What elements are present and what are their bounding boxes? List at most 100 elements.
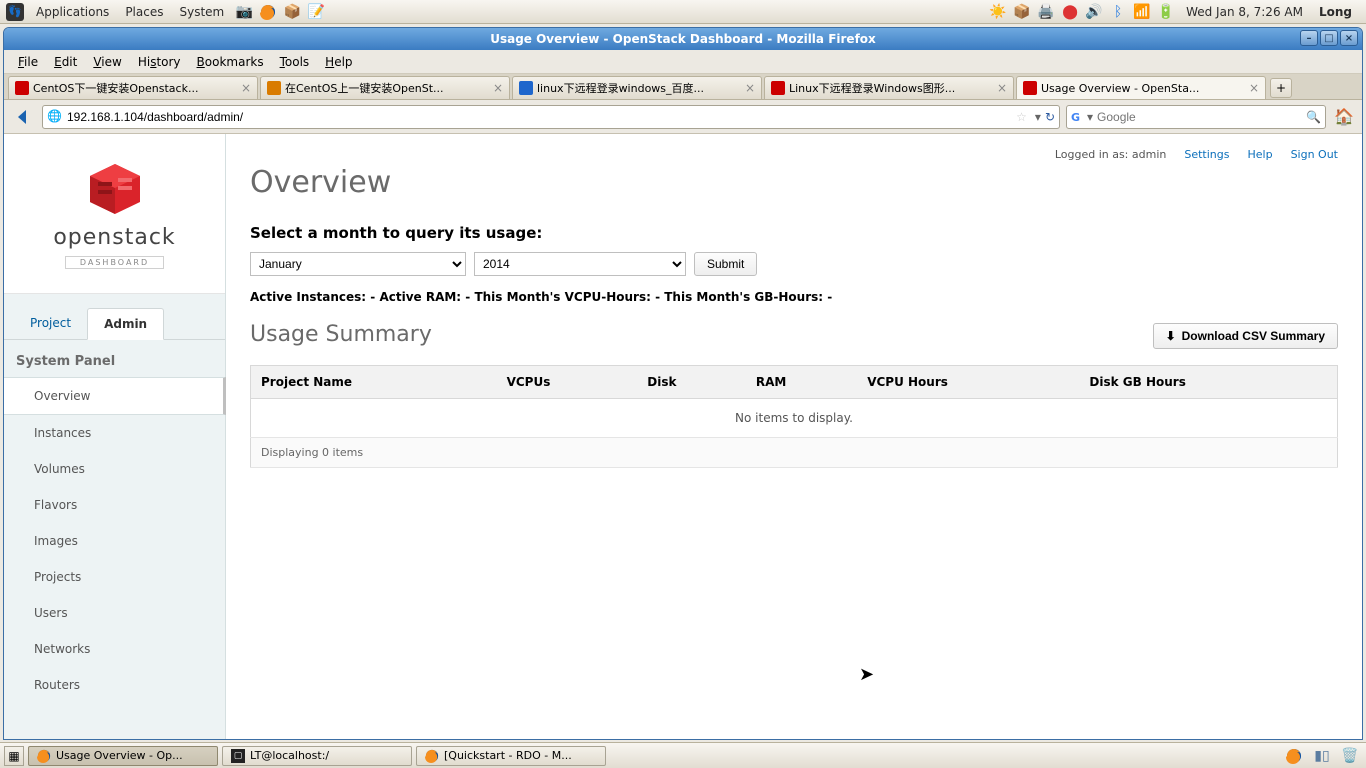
- sidebar-item-flavors[interactable]: Flavors: [4, 487, 225, 523]
- taskbar-task[interactable]: [Quickstart - RDO - M...: [416, 746, 606, 766]
- menu-tools[interactable]: Tools: [272, 55, 318, 69]
- reload-icon[interactable]: ↻: [1045, 110, 1055, 124]
- network-icon[interactable]: 📶: [1133, 3, 1151, 21]
- nav-tab-project[interactable]: Project: [14, 308, 87, 339]
- dropdown-icon[interactable]: ▾: [1035, 110, 1041, 124]
- firefox-launcher-icon[interactable]: [259, 3, 277, 21]
- browser-tab[interactable]: linux下远程登录windows_百度... ×: [512, 76, 762, 99]
- table-header-cell: Project Name: [251, 366, 497, 399]
- download-csv-button[interactable]: ⬇ Download CSV Summary: [1153, 323, 1338, 349]
- nav-tab-admin[interactable]: Admin: [87, 308, 164, 340]
- url-bar[interactable]: 🌐 ☆ ▾ ↻: [42, 105, 1060, 129]
- menu-help[interactable]: Help: [317, 55, 360, 69]
- browser-tab[interactable]: 在CentOS上一键安装OpenSt... ×: [260, 76, 510, 99]
- browser-tab[interactable]: Linux下远程登录Windows图形... ×: [764, 76, 1014, 99]
- screenshot-icon[interactable]: 📷: [235, 3, 253, 21]
- package-icon[interactable]: 📦: [283, 3, 301, 21]
- select-month-prompt: Select a month to query its usage:: [250, 224, 1338, 242]
- sidebar-list: OverviewInstancesVolumesFlavorsImagesPro…: [4, 377, 225, 703]
- signout-link[interactable]: Sign Out: [1291, 148, 1338, 161]
- tab-favicon-icon: [771, 81, 785, 95]
- submit-button[interactable]: Submit: [694, 252, 757, 276]
- tab-close-icon[interactable]: ×: [493, 81, 503, 95]
- tab-label: Linux下远程登录Windows图形...: [789, 80, 993, 96]
- tab-label: 在CentOS上一键安装OpenSt...: [285, 80, 489, 96]
- browser-tab[interactable]: CentOS下一键安装Openstack...×: [8, 76, 258, 99]
- weather-icon[interactable]: ☀️: [989, 3, 1007, 21]
- url-input[interactable]: [67, 110, 1012, 124]
- workspace-switcher-icon[interactable]: ▮▯: [1313, 747, 1331, 765]
- tab-favicon-icon: [519, 81, 533, 95]
- search-bar[interactable]: G ▾ 🔍: [1066, 105, 1326, 129]
- tab-favicon-icon: [15, 81, 29, 95]
- gnome-places-menu[interactable]: Places: [117, 5, 171, 19]
- window-close-button[interactable]: ×: [1340, 30, 1358, 46]
- browser-tab[interactable]: Usage Overview - OpenSta... ×: [1016, 76, 1266, 99]
- sidebar-item-routers[interactable]: Routers: [4, 667, 225, 703]
- search-dropdown-icon[interactable]: ▾: [1087, 110, 1093, 124]
- taskbar-task[interactable]: ▢LT@localhost:/: [222, 746, 412, 766]
- settings-link[interactable]: Settings: [1184, 148, 1229, 161]
- clock[interactable]: Wed Jan 8, 7:26 AM: [1178, 5, 1311, 19]
- brand-text: openstack: [53, 225, 175, 250]
- usage-summary-title: Usage Summary: [250, 322, 432, 347]
- new-tab-button[interactable]: +: [1270, 78, 1292, 98]
- battery-icon[interactable]: 🔋: [1157, 3, 1175, 21]
- task-label: [Quickstart - RDO - M...: [444, 749, 572, 762]
- window-maximize-button[interactable]: □: [1320, 30, 1338, 46]
- menu-bookmarks[interactable]: Bookmarks: [189, 55, 272, 69]
- menu-file[interactable]: File: [10, 55, 46, 69]
- update-icon[interactable]: 📦: [1013, 3, 1031, 21]
- help-link[interactable]: Help: [1247, 148, 1272, 161]
- sidebar-item-images[interactable]: Images: [4, 523, 225, 559]
- gnome-foot-icon[interactable]: 👣: [6, 3, 24, 21]
- bluetooth-icon[interactable]: ᛒ: [1109, 3, 1127, 21]
- menu-view[interactable]: View: [85, 55, 129, 69]
- search-go-icon[interactable]: 🔍: [1306, 110, 1321, 124]
- tab-close-icon[interactable]: ×: [745, 81, 755, 95]
- volume-icon[interactable]: 🔊: [1085, 3, 1103, 21]
- table-empty-message: No items to display.: [251, 399, 1338, 438]
- table-header-cell: RAM: [746, 366, 857, 399]
- site-identity-icon[interactable]: 🌐: [47, 109, 63, 125]
- sidebar-item-instances[interactable]: Instances: [4, 415, 225, 451]
- tab-label: linux下远程登录windows_百度...: [537, 80, 741, 96]
- menu-edit[interactable]: Edit: [46, 55, 85, 69]
- sidebar-item-overview[interactable]: Overview: [4, 377, 226, 415]
- month-select[interactable]: January: [250, 252, 466, 276]
- firefox-tray-icon[interactable]: [1285, 747, 1303, 765]
- user-menu[interactable]: Long: [1311, 5, 1360, 19]
- svg-text:G: G: [1071, 111, 1080, 124]
- user-topbar: Logged in as: admin Settings Help Sign O…: [250, 148, 1338, 161]
- firefox-icon: [425, 749, 439, 763]
- sidebar-item-networks[interactable]: Networks: [4, 631, 225, 667]
- window-titlebar[interactable]: Usage Overview - OpenStack Dashboard - M…: [4, 28, 1362, 50]
- back-button[interactable]: [10, 104, 36, 130]
- tab-close-icon[interactable]: ×: [241, 81, 251, 95]
- brand-subtext: DASHBOARD: [65, 256, 164, 269]
- taskbar-task[interactable]: Usage Overview - Op...: [28, 746, 218, 766]
- show-desktop-button[interactable]: ▦: [4, 746, 24, 766]
- sidebar-item-projects[interactable]: Projects: [4, 559, 225, 595]
- download-icon: ⬇: [1166, 329, 1176, 343]
- sidebar-item-users[interactable]: Users: [4, 595, 225, 631]
- sidebar-item-volumes[interactable]: Volumes: [4, 451, 225, 487]
- bookmark-star-icon[interactable]: ☆: [1016, 110, 1027, 124]
- printer-icon[interactable]: 🖨️: [1037, 3, 1055, 21]
- gnome-system-menu[interactable]: System: [171, 5, 232, 19]
- page-title: Overview: [250, 165, 1338, 200]
- trash-icon[interactable]: 🗑️: [1341, 747, 1359, 765]
- tab-label: Usage Overview - OpenSta...: [1041, 82, 1245, 95]
- logged-in-text: Logged in as: admin: [1055, 148, 1167, 161]
- tab-close-icon[interactable]: ×: [1249, 81, 1259, 95]
- firefox-menubar: File Edit View History Bookmarks Tools H…: [4, 50, 1362, 74]
- menu-history[interactable]: History: [130, 55, 189, 69]
- home-button[interactable]: 🏠: [1332, 105, 1356, 129]
- year-select[interactable]: 2014: [474, 252, 686, 276]
- window-minimize-button[interactable]: –: [1300, 30, 1318, 46]
- tab-close-icon[interactable]: ×: [997, 81, 1007, 95]
- alert-icon[interactable]: ⬤: [1061, 3, 1079, 21]
- notes-icon[interactable]: 📝: [307, 3, 325, 21]
- search-input[interactable]: [1097, 110, 1306, 124]
- gnome-applications-menu[interactable]: Applications: [28, 5, 117, 19]
